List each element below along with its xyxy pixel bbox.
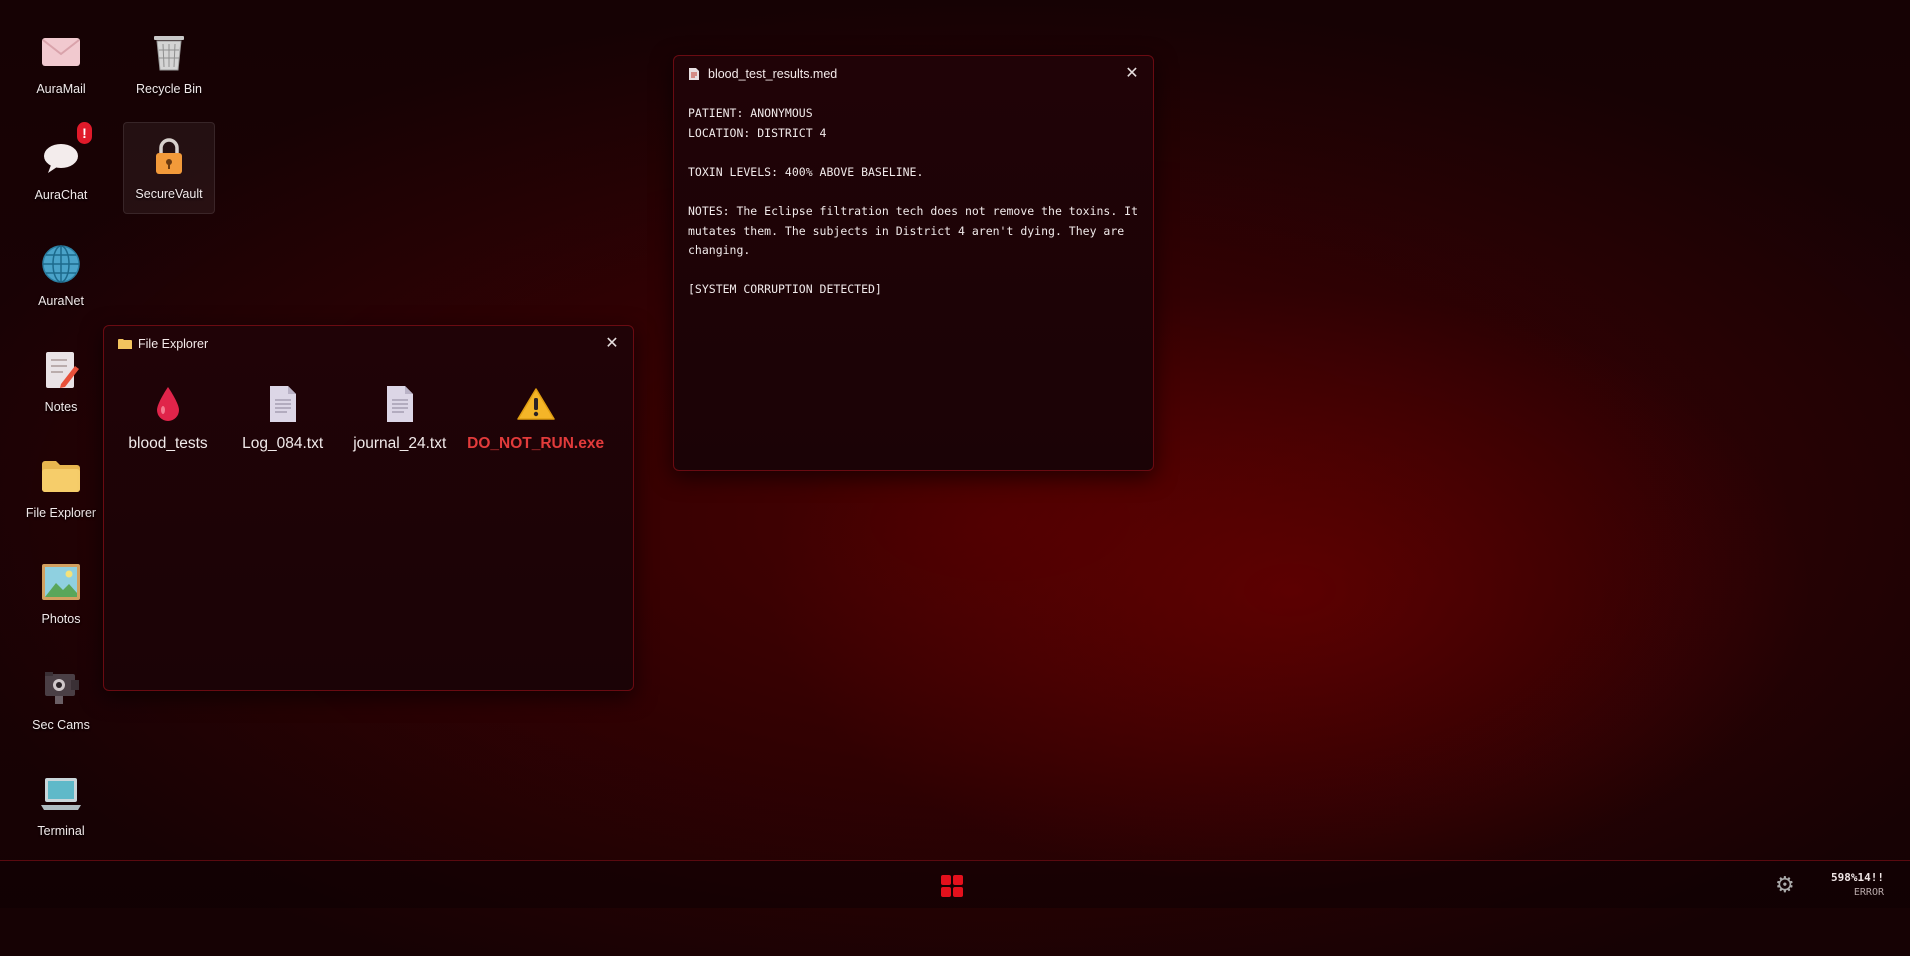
notification-badge: ! [77,122,92,144]
file-name: journal_24.txt [353,435,447,452]
folder-icon [118,337,132,351]
blood-drop-icon [154,382,182,426]
file-name: blood_tests [128,435,208,452]
taskbar: ⚙ 598%14!! ERROR [0,860,1910,908]
desktop-icon-label: Terminal [37,824,85,838]
window-title: File Explorer [138,337,209,351]
window-title: blood_test_results.med [708,67,838,81]
folder-icon [39,454,83,498]
text-file-icon [268,382,298,426]
lock-icon [147,135,191,179]
notes-icon [39,348,83,392]
file-name: DO_NOT_RUN.exe [467,435,605,452]
desktop-icon-notes[interactable]: Notes [15,342,107,434]
start-tile [941,875,951,885]
close-icon[interactable]: ✕ [603,335,621,353]
chat-bubble-icon: ! [39,122,92,180]
desktop-icon-file-explorer[interactable]: File Explorer [15,448,107,540]
start-tile [941,887,951,897]
desktop-icon-terminal[interactable]: Terminal [15,766,107,858]
document-file-icon [688,67,702,81]
desktop-icon-label: AuraChat [34,188,88,202]
window-titlebar[interactable]: blood_test_results.med ✕ [674,56,1153,92]
file-grid: blood_tests Log_084.txt journal_24.txt D… [104,362,633,453]
file-item-blood-tests[interactable]: blood_tests [118,382,218,453]
document-content: PATIENT: ANONYMOUS LOCATION: DISTRICT 4 … [674,92,1153,332]
desktop-icon-label: Sec Cams [32,718,90,732]
desktop-icon-sec-cams[interactable]: Sec Cams [15,660,107,752]
file-name: Log_084.txt [242,435,324,452]
clock-time: 598%14!! [1831,871,1884,884]
clock-date: ERROR [1853,887,1884,898]
photo-icon [39,560,83,604]
file-item-do-not-run[interactable]: DO_NOT_RUN.exe [466,382,605,453]
desktop-icon-label: File Explorer [25,506,97,520]
desktop-icon-label: SecureVault [135,187,203,201]
close-icon[interactable]: ✕ [1123,65,1141,83]
doc-line-toxin: TOXIN LEVELS: 400% ABOVE BASELINE. [688,164,924,179]
desktop-icon-photos[interactable]: Photos [15,554,107,646]
warning-icon [516,382,555,426]
start-button[interactable] [941,875,963,897]
document-window: blood_test_results.med ✕ PATIENT: ANONYM… [673,55,1154,471]
doc-line-location: LOCATION: DISTRICT 4 [688,125,827,140]
desktop-icon-label: Photos [41,612,81,626]
desktop-icon-label: Notes [44,400,78,414]
file-item-log-084[interactable]: Log_084.txt [232,382,333,453]
start-tile [953,887,963,897]
doc-line-corruption: [SYSTEM CORRUPTION DETECTED] [688,282,882,297]
recycle-bin-icon [147,30,191,74]
system-clock[interactable]: 598%14!! ERROR [1831,871,1884,898]
desktop-icon-aurachat[interactable]: ! AuraChat [15,122,107,222]
window-titlebar[interactable]: File Explorer ✕ [104,326,633,362]
globe-icon [39,242,83,286]
desktop: AuraMail Recycle Bin ! AuraChat SecureVa… [0,0,1910,956]
desktop-icon-recycle-bin[interactable]: Recycle Bin [123,24,215,116]
desktop-icon-auranet[interactable]: AuraNet [15,236,107,328]
desktop-icon-securevault[interactable]: SecureVault [123,122,215,214]
file-explorer-window: File Explorer ✕ blood_tests Log_084.txt [103,325,634,691]
start-tile [953,875,963,885]
desktop-icon-label: AuraNet [38,294,84,308]
gear-icon[interactable]: ⚙ [1775,874,1797,896]
file-item-journal-24[interactable]: journal_24.txt [347,382,452,453]
desktop-icon-label: Recycle Bin [136,82,202,96]
desktop-icon-label: AuraMail [36,82,86,96]
camera-icon [39,666,83,710]
laptop-icon [39,772,83,816]
desktop-icon-auramail[interactable]: AuraMail [15,24,107,116]
doc-line-notes: NOTES: The Eclipse filtration tech does … [688,203,1145,258]
doc-line-patient: PATIENT: ANONYMOUS [688,106,813,120]
text-file-icon [385,382,415,426]
mail-icon [39,30,83,74]
